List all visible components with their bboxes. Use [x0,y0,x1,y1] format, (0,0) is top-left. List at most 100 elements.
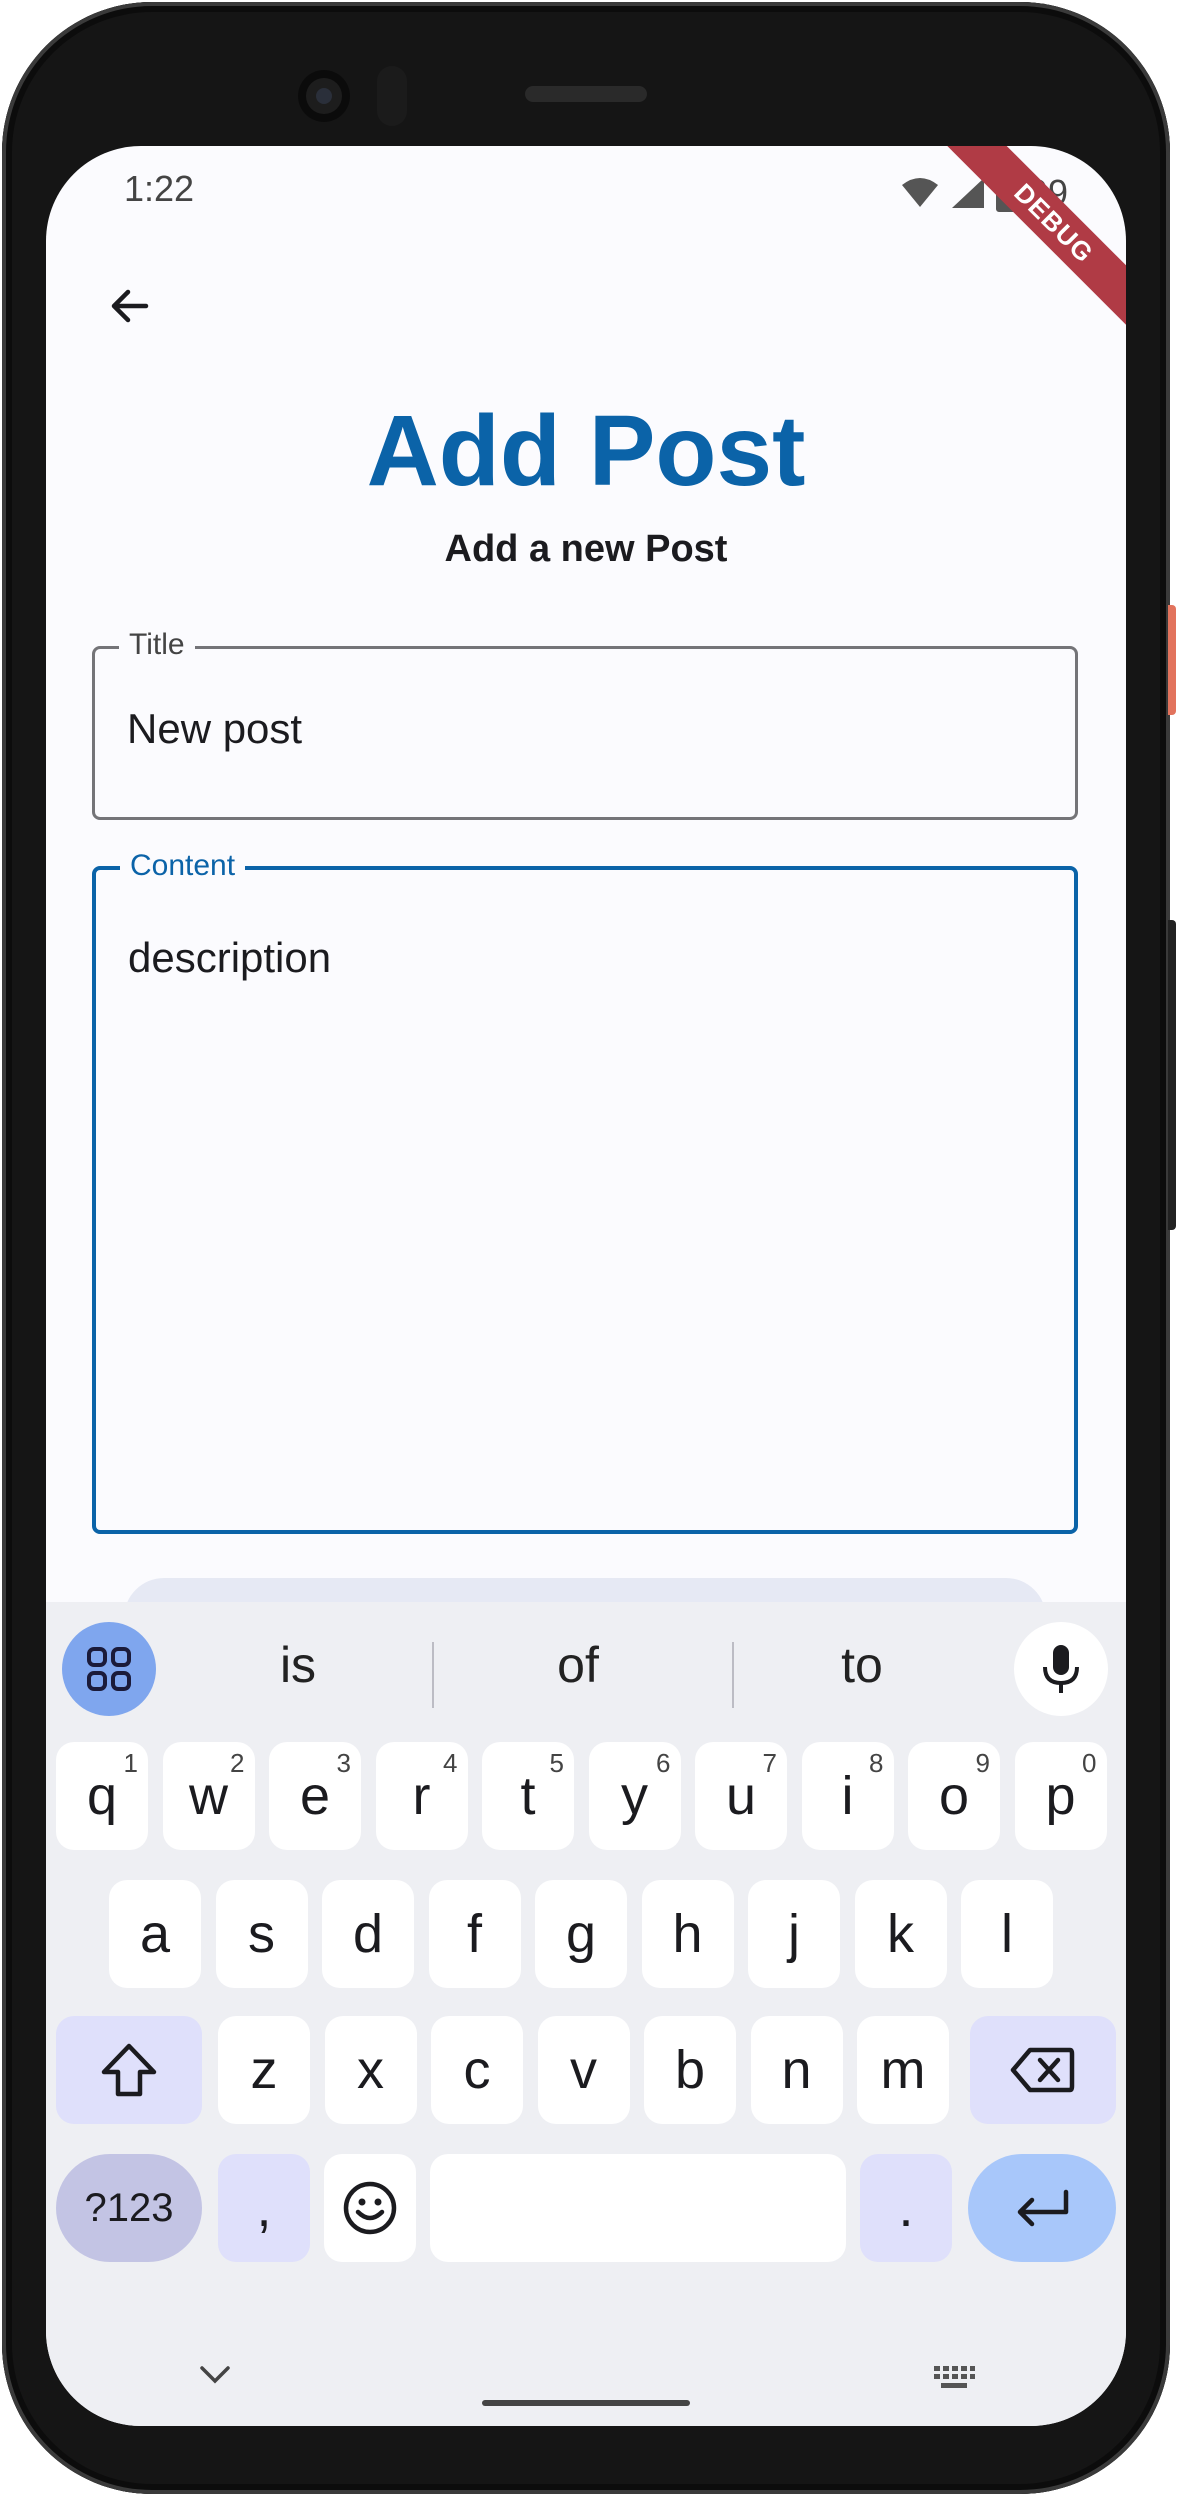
key-u[interactable]: u7 [695,1742,787,1850]
key-number-hint: 6 [656,1748,671,1778]
key-n[interactable]: n [750,2016,843,2124]
soft-keyboard: is of to q1w2e3r4t5y6u7i8o9p0asdfghjklzx… [46,1602,1126,2426]
key-number-hint: 0 [1082,1748,1097,1778]
key-label: w [189,1766,228,1826]
back-button[interactable] [98,274,162,338]
signal-icon [951,178,984,208]
space-key[interactable] [430,2154,846,2262]
page-title: Add Post [366,395,806,507]
microphone-icon [1043,1645,1079,1693]
key-number-hint: 2 [230,1748,245,1778]
shift-key[interactable] [56,2016,202,2124]
suggestion-1[interactable]: is [198,1636,398,1694]
key-i[interactable]: i8 [801,1742,894,1850]
key-number-hint: 9 [975,1748,990,1778]
wifi-icon [901,178,938,207]
period-key[interactable]: . [860,2154,952,2262]
key-label: a [139,1904,171,1964]
key-d[interactable]: d [322,1880,414,1988]
key-v[interactable]: v [537,2016,630,2124]
content-field[interactable]: Content description [92,848,1078,1534]
key-number-hint: 4 [443,1748,458,1778]
key-z[interactable]: z [218,2016,310,2124]
status-time: 1:22 [124,168,195,209]
gesture-nav-handle[interactable] [482,2400,690,2406]
key-x[interactable]: x [324,2016,417,2124]
key-o[interactable]: o9 [908,1742,1000,1850]
app-screen: 1:22 99 DEBUG Add Post Add a new Post Ti… [46,146,1126,2426]
key-label: o [938,1766,970,1826]
key-r[interactable]: r4 [375,1742,468,1850]
key-label: e [299,1766,331,1826]
status-bar: 1:22 99 DEBUG [46,146,1126,330]
key-g[interactable]: g [535,1880,627,1988]
key-b[interactable]: b [644,2016,736,2124]
comma-key[interactable]: , [218,2154,310,2262]
key-k[interactable]: k [854,1880,947,1988]
key-label: k [887,1904,914,1964]
enter-key[interactable] [968,2154,1116,2262]
emoji-icon [343,2181,397,2235]
key-q[interactable]: q1 [56,1742,148,1850]
emoji-key[interactable] [324,2154,416,2262]
key-label: d [352,1904,384,1964]
enter-icon [1017,2189,1069,2227]
key-label: u [725,1766,757,1826]
arrow-back-icon [111,289,149,323]
key-label: x [357,2040,384,2100]
key-label: m [880,2040,926,2100]
grid-icon [87,1647,131,1691]
title-field[interactable]: Title New post [92,627,1078,820]
numbers-key[interactable]: ?123 [56,2154,202,2262]
key-h[interactable]: h [641,1880,734,1988]
key-number-hint: 7 [762,1748,777,1778]
earpiece-speaker [525,86,647,102]
content-field-label: Content [120,848,246,884]
key-j[interactable]: j [748,1880,840,1988]
key-label: f [466,1904,482,1964]
key-label: s [248,1904,275,1964]
key-t[interactable]: t5 [482,1742,574,1850]
key-a[interactable]: a [109,1880,201,1988]
content-field-value[interactable]: description [128,934,331,982]
key-label: p [1045,1766,1076,1826]
key-number-hint: 3 [336,1748,351,1778]
key-number-hint: 1 [123,1748,138,1778]
key-label: g [565,1904,597,1964]
suggestion-2[interactable]: of [478,1636,678,1694]
key-f[interactable]: f [428,1880,521,1988]
key-label: t [520,1766,536,1826]
key-e[interactable]: e3 [269,1742,361,1850]
keyboard-apps-button[interactable] [62,1622,156,1716]
key-w[interactable]: w2 [162,1742,255,1850]
title-field-label: Title [119,627,195,663]
shift-icon [101,2043,157,2097]
key-label: q [86,1766,118,1826]
proximity-sensor [377,66,407,126]
key-p[interactable]: p0 [1014,1742,1107,1850]
key-label: h [672,1904,703,1964]
key-l[interactable]: l [961,1880,1053,1988]
key-label: c [463,2040,491,2100]
title-field-value[interactable]: New post [127,705,302,753]
volume-rocker [1168,920,1176,1230]
key-c[interactable]: c [431,2016,523,2124]
backspace-icon [1010,2047,1075,2093]
key-number-hint: 8 [869,1748,884,1778]
voice-input-button[interactable] [1014,1622,1108,1716]
key-label: i [841,1766,854,1826]
hide-keyboard-chevron-icon[interactable] [198,2364,232,2386]
power-button [1168,605,1176,715]
suggestion-bar: is of to [46,1602,1126,1742]
key-s[interactable]: s [215,1880,308,1988]
keyboard-switch-icon[interactable] [932,2364,976,2390]
key-label: j [788,1904,800,1964]
key-m[interactable]: m [857,2016,949,2124]
front-camera [298,70,350,122]
key-number-hint: 5 [549,1748,564,1778]
key-y[interactable]: y6 [588,1742,681,1850]
suggestion-3[interactable]: to [762,1636,962,1694]
backspace-key[interactable] [970,2016,1116,2124]
key-label: y [621,1766,648,1826]
key-label: b [674,2040,706,2100]
